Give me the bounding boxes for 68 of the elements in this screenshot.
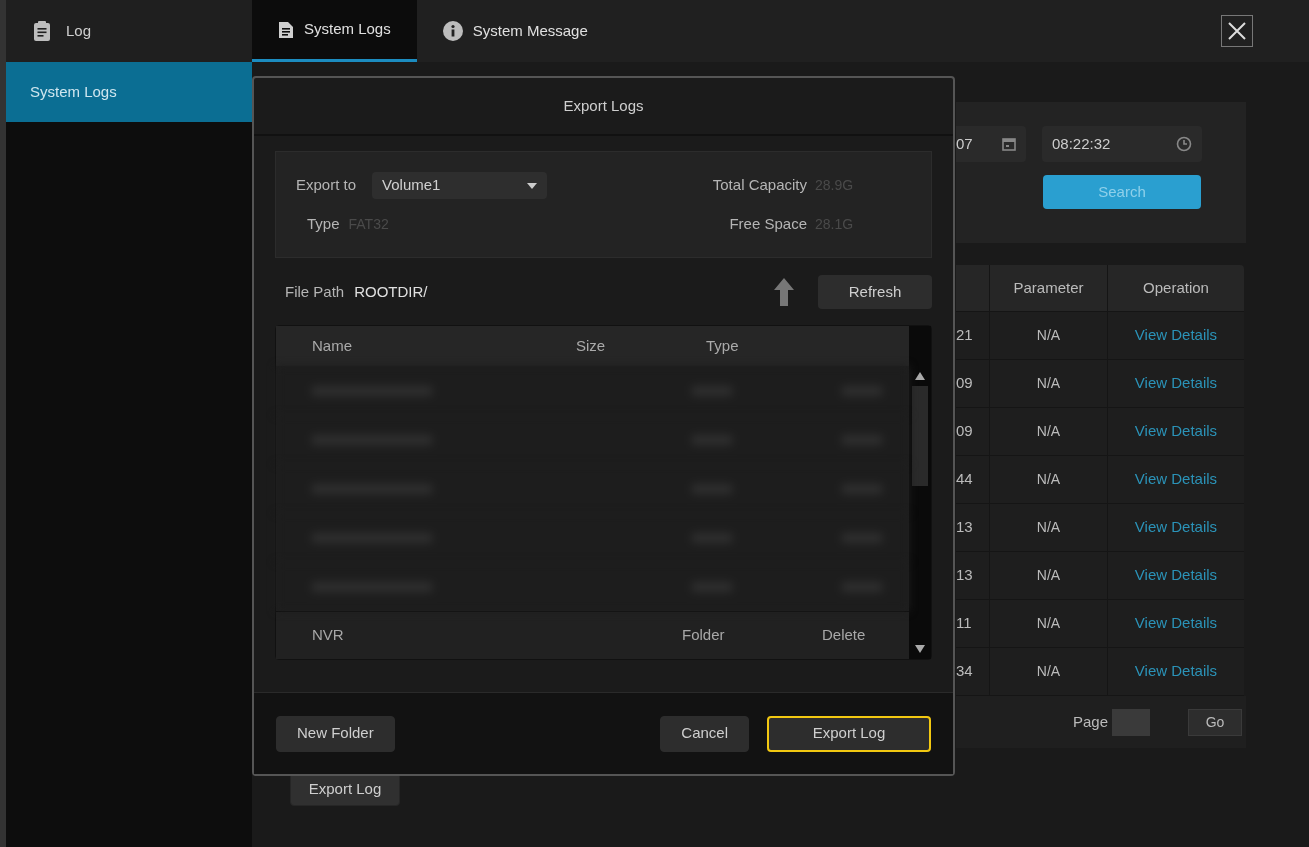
view-details-link[interactable]: View Details	[1134, 468, 1218, 491]
table-cell: 09	[956, 360, 990, 407]
scrollbar-thumb[interactable]	[912, 386, 928, 486]
table-cell: 44	[956, 456, 990, 503]
export-to-label: Export to	[296, 175, 357, 196]
table-cell: N/A	[990, 648, 1108, 695]
go-button[interactable]: Go	[1188, 708, 1242, 736]
page-label: Page	[1072, 711, 1108, 732]
file-path-value: ROOTDIR/	[354, 281, 428, 302]
column-header: Type	[706, 335, 740, 356]
sidebar-item[interactable]: System Logs	[6, 62, 252, 122]
table-cell: N/A	[990, 456, 1108, 503]
table-cell: N/A	[990, 360, 1108, 407]
refresh-button[interactable]: Refresh	[818, 275, 932, 309]
table-cell: N/A	[990, 504, 1108, 551]
up-arrow-icon	[774, 278, 794, 306]
dialog-button[interactable]: New Folder	[276, 715, 395, 752]
close-icon	[1228, 22, 1246, 40]
delete-link[interactable]: Delete	[822, 624, 909, 647]
column-header: Operation	[1142, 277, 1210, 298]
clock-icon	[1176, 136, 1192, 152]
table-cell: N/A	[990, 408, 1108, 455]
sidebar-title: Log	[66, 20, 92, 41]
file-path-label: File Path	[285, 281, 345, 302]
caret-icon	[527, 182, 538, 189]
info-icon	[442, 21, 463, 41]
column-header: Name	[312, 335, 353, 356]
type-label: Type	[307, 214, 340, 234]
view-details-link[interactable]: View Details	[1134, 516, 1218, 539]
table-cell: 21	[956, 312, 990, 359]
table-cell: N/A	[990, 312, 1108, 359]
free-space-label: Free Space	[729, 214, 807, 234]
dialog-title: Export Logs	[563, 95, 644, 116]
scrollbar[interactable]	[909, 326, 931, 659]
table-cell: 34	[956, 648, 990, 695]
view-details-link[interactable]: View Details	[1134, 612, 1218, 635]
calendar-icon	[1002, 137, 1016, 151]
table-cell: N/A	[990, 600, 1108, 647]
table-cell: 09	[956, 408, 990, 455]
scroll-up-icon	[915, 372, 925, 380]
clipboard-icon	[34, 21, 50, 41]
column-header: Parameter	[990, 265, 1108, 311]
date-value: 07	[956, 133, 973, 154]
table-cell: 11	[956, 600, 990, 647]
volume-dropdown[interactable]: Volume1	[372, 172, 548, 199]
table-cell: 13	[956, 552, 990, 599]
total-capacity-label: Total Capacity	[712, 175, 807, 196]
view-details-link[interactable]: View Details	[1134, 564, 1218, 587]
date-field[interactable]: 07	[956, 126, 1026, 162]
time-value: 08:22:32	[1052, 133, 1111, 154]
page-input[interactable]	[1112, 708, 1150, 736]
view-details-link[interactable]: View Details	[1134, 420, 1218, 443]
view-details-link[interactable]: View Details	[1134, 324, 1218, 347]
time-field[interactable]: 08:22:32	[1042, 126, 1202, 162]
column-header: Size	[576, 335, 607, 356]
dialog-button[interactable]: Cancel	[660, 715, 749, 752]
table-cell: 13	[956, 504, 990, 551]
table-cell: N/A	[990, 552, 1108, 599]
file-name: NVR	[312, 625, 345, 646]
view-details-link[interactable]: View Details	[1134, 660, 1218, 683]
tab[interactable]: System Message	[416, 0, 614, 62]
document-icon	[278, 20, 294, 39]
close-button[interactable]	[1221, 15, 1253, 47]
scroll-down-icon	[915, 645, 925, 653]
file-type: Folder	[682, 625, 726, 646]
dialog-button[interactable]: Export Log	[767, 715, 931, 752]
tab[interactable]: System Logs	[252, 0, 417, 62]
view-details-link[interactable]: View Details	[1134, 372, 1218, 395]
